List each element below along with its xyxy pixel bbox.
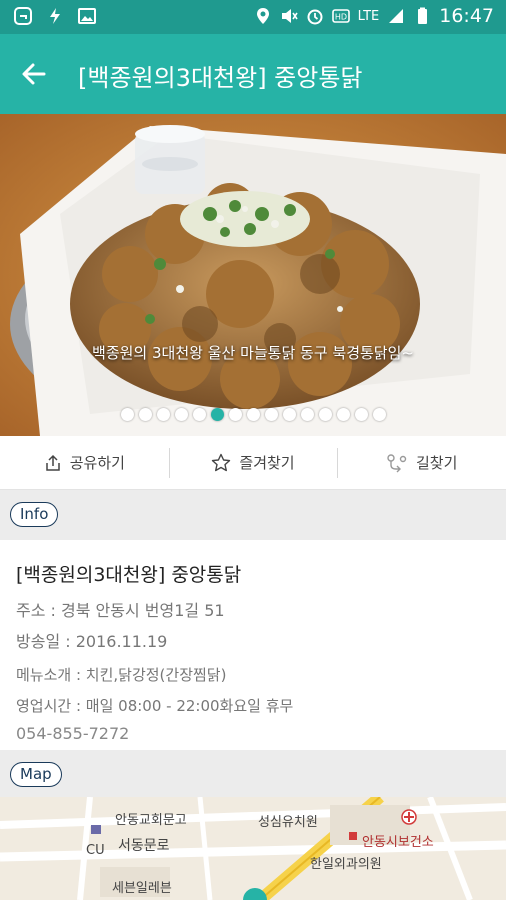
carousel-dot[interactable] <box>354 408 368 421</box>
hours-text: 영업시간 : 매일 08:00 - 22:00화요일 휴무 <box>16 697 294 715</box>
favorite-button[interactable]: 즐겨찾기 <box>168 436 338 489</box>
share-icon <box>45 454 60 471</box>
map-label: 성심유치원 <box>258 815 318 830</box>
carousel-dot[interactable] <box>228 408 242 421</box>
back-arrow-icon <box>22 63 46 85</box>
carousel-dot[interactable] <box>300 408 314 421</box>
map-label: 안동교회문고 <box>115 813 187 828</box>
signal-icon <box>389 9 404 23</box>
photo-caption: 백종원의 3대천왕 울산 마늘통닭 동구 북경통닭임~ <box>92 344 414 362</box>
mute-icon <box>281 9 298 23</box>
directions-icon <box>387 453 407 472</box>
map-label: CU <box>86 843 105 858</box>
map-label: 세븐일레븐 <box>112 881 172 896</box>
carousel-dot[interactable] <box>282 408 296 421</box>
carousel-dot[interactable] <box>120 408 134 421</box>
location-icon <box>256 8 269 24</box>
favorite-label: 즐겨찾기 <box>239 454 295 472</box>
carousel-dot[interactable] <box>372 408 386 421</box>
menu-text: 메뉴소개 : 치킨,닭강정(간장찜닭) <box>16 666 227 684</box>
info-panel: [백종원의3대천왕] 중앙통닭 주소 : 경북 안동시 번영1길 51 방송일 … <box>0 540 506 750</box>
carousel-dot[interactable] <box>156 408 170 421</box>
food-photo <box>0 114 506 436</box>
carousel-dot[interactable] <box>210 408 224 421</box>
map-section-header: Map <box>0 750 506 797</box>
hd-icon: HD <box>331 9 350 23</box>
carousel-dot[interactable] <box>336 408 350 421</box>
photo-carousel[interactable]: 백종원의 3대천왕 울산 마늘통닭 동구 북경통닭임~ <box>0 114 506 436</box>
carousel-dot[interactable] <box>264 408 278 421</box>
map-label: 서동문로 <box>118 838 170 854</box>
map-label: 안동시보건소 <box>362 835 434 850</box>
page-title: [백종원의3대천왕] 중앙통닭 <box>78 64 363 92</box>
carousel-dot[interactable] <box>192 408 206 421</box>
battery-icon <box>418 7 428 24</box>
app-bar: [백종원의3대천왕] 중앙통닭 <box>0 34 506 114</box>
directions-button[interactable]: 길찾기 <box>337 436 506 489</box>
share-label: 공유하기 <box>69 454 125 472</box>
carousel-dot[interactable] <box>174 408 188 421</box>
address-text: 주소 : 경북 안동시 번영1길 51 <box>16 601 225 620</box>
network-type-label: LTE <box>357 8 380 24</box>
action-bar: 공유하기 즐겨찾기 길찾기 <box>0 436 506 490</box>
svg-text:HD: HD <box>335 13 347 22</box>
back-button[interactable] <box>14 54 54 94</box>
info-section-header: Info <box>0 490 506 540</box>
image-icon <box>78 8 96 24</box>
share-button[interactable]: 공유하기 <box>0 436 169 489</box>
carousel-indicator <box>0 408 506 421</box>
air-date-text: 방송일 : 2016.11.19 <box>16 632 168 651</box>
map-pill: Map <box>10 762 62 787</box>
flash-icon <box>50 8 60 24</box>
star-icon <box>212 453 231 471</box>
map-label: 한일외과의원 <box>310 857 382 872</box>
directions-label: 길찾기 <box>415 454 458 472</box>
store-name: [백종원의3대천왕] 중앙통닭 <box>16 564 242 586</box>
map-view[interactable]: 안동교회문고 성심유치원 서동문로 CU 안동시보건소 한일외과의원 세븐일레븐 <box>0 797 506 900</box>
alarm-icon <box>307 9 323 25</box>
info-pill: Info <box>10 502 59 527</box>
carousel-dot[interactable] <box>318 408 332 421</box>
status-bar: HD LTE 16:47 <box>0 0 506 34</box>
carousel-dot[interactable] <box>138 408 152 421</box>
phone-link[interactable]: 054-855-7272 <box>16 724 129 743</box>
status-time: 16:47 <box>439 5 494 27</box>
app-notification-icon <box>14 7 32 25</box>
carousel-dot[interactable] <box>246 408 260 421</box>
